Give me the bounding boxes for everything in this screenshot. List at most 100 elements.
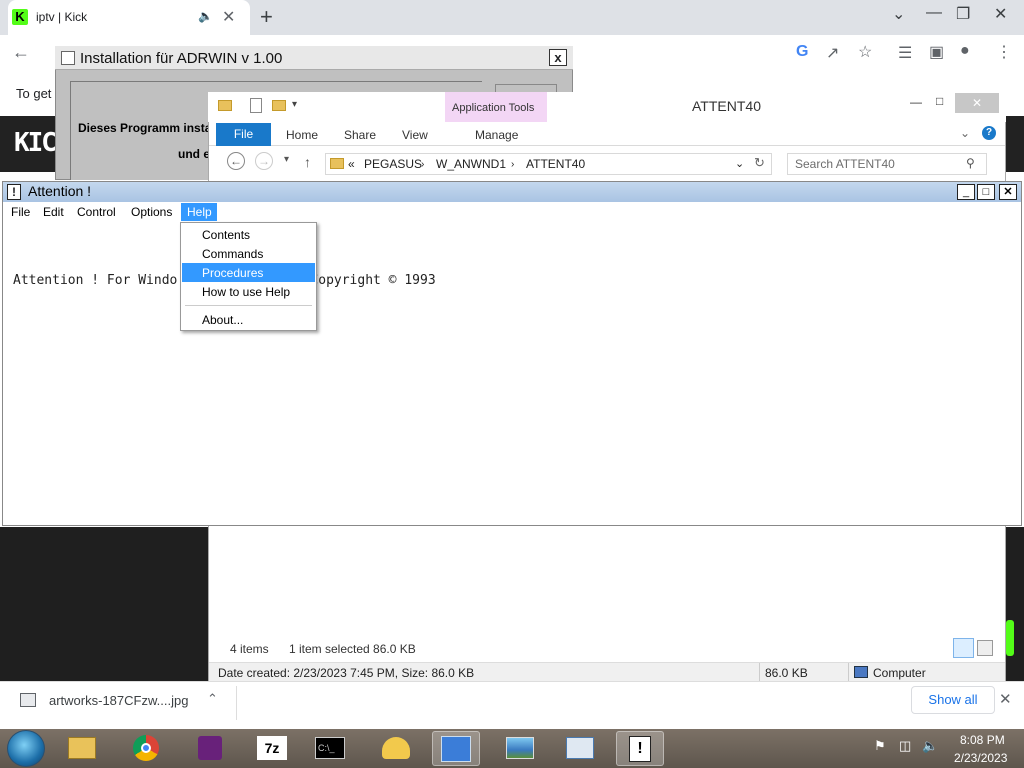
computer-icon	[854, 666, 868, 678]
back-arrow-icon[interactable]: ←	[12, 42, 30, 63]
tray-flag-icon[interactable]: ⚑	[874, 738, 886, 754]
breadcrumb-overflow[interactable]: «	[348, 157, 355, 171]
taskbar-chrome-icon[interactable]	[122, 731, 170, 766]
restore-icon[interactable]: ❐	[956, 4, 970, 24]
explorer-ribbon	[209, 122, 1005, 146]
recent-locations-icon[interactable]: ▾	[284, 154, 289, 165]
explorer-title: ATTENT40	[692, 98, 761, 114]
installer-text-line1: Dieses Programm instal	[78, 121, 215, 135]
clock-time[interactable]: 8:08 PM	[960, 733, 1005, 747]
kick-logo: KIC	[14, 128, 57, 158]
explorer-forward-icon[interactable]: →	[255, 152, 273, 170]
refresh-icon[interactable]: ↻	[754, 155, 765, 171]
attention-titlebar[interactable]	[3, 182, 1021, 202]
tray-volume-icon[interactable]: 🔈	[922, 738, 938, 754]
menu-edit[interactable]: Edit	[43, 205, 64, 219]
attention-app-icon: !	[7, 184, 21, 200]
more-menu-icon[interactable]: ⋮	[996, 42, 1012, 62]
taskbar-photos-icon[interactable]	[496, 731, 544, 766]
explorer-titlebar[interactable]	[208, 92, 1006, 122]
explorer-maximize-icon[interactable]: □	[936, 94, 943, 108]
search-input[interactable]: Search ATTENT40	[795, 157, 895, 171]
help-menu-procedures[interactable]: Procedures	[182, 263, 315, 282]
tab-search-chevron-icon[interactable]: ⌄	[892, 4, 905, 24]
attention-maximize-icon[interactable]: □	[977, 184, 995, 200]
explorer-close-icon[interactable]: ✕	[955, 93, 999, 113]
download-shelf-close-icon[interactable]: ✕	[999, 690, 1012, 708]
menu-separator	[185, 305, 312, 306]
details-view-icon[interactable]	[953, 638, 974, 658]
menu-control[interactable]: Control	[77, 205, 116, 219]
ribbon-tab-view[interactable]: View	[402, 128, 428, 142]
clock-date[interactable]: 2/23/2023	[954, 751, 1007, 765]
new-folder-icon[interactable]	[272, 100, 286, 111]
share-icon[interactable]: ↗	[826, 43, 839, 63]
media-queue-icon[interactable]: ☰	[898, 43, 912, 63]
download-separator	[236, 686, 237, 720]
installer-app-icon	[61, 51, 75, 65]
search-icon[interactable]: ⚲	[966, 156, 975, 170]
new-tab-button[interactable]: +	[260, 4, 273, 30]
breadcrumb-attent40[interactable]: ATTENT40	[526, 157, 585, 171]
breadcrumb-pegasus[interactable]: PEGASUS	[364, 157, 422, 171]
attention-minimize-icon[interactable]: _	[957, 184, 975, 200]
taskbar-7zip-icon[interactable]: 7z	[248, 731, 296, 766]
installer-close-button[interactable]: x	[549, 49, 567, 66]
minimize-icon[interactable]: —	[926, 4, 942, 22]
menu-file[interactable]: File	[11, 205, 30, 219]
google-icon[interactable]: G	[796, 43, 808, 61]
details-size: 86.0 KB	[765, 666, 808, 680]
address-dropdown-icon[interactable]: ⌄	[735, 157, 744, 170]
ribbon-tab-file[interactable]: File	[216, 123, 271, 146]
speaker-icon[interactable]: 🔈	[198, 9, 213, 23]
status-item-count: 4 items	[230, 642, 269, 656]
side-panel-icon[interactable]: ▣	[929, 42, 944, 62]
ribbon-expand-chevron-icon[interactable]: ⌄	[960, 126, 970, 140]
show-all-button[interactable]: Show all	[911, 686, 995, 714]
tab-title: iptv | Kick	[36, 10, 88, 24]
web-page-green-accent	[1006, 620, 1014, 656]
tab-close-icon[interactable]: ✕	[222, 7, 235, 27]
image-file-icon	[20, 693, 36, 707]
taskbar-cmd-icon[interactable]: C:\_	[306, 731, 354, 766]
menu-help[interactable]: Help	[181, 203, 217, 221]
up-arrow-icon[interactable]: ↑	[304, 154, 311, 170]
properties-icon[interactable]	[250, 98, 262, 113]
download-options-chevron-icon[interactable]: ⌃	[207, 691, 218, 707]
help-menu-commands[interactable]: Commands	[182, 244, 315, 263]
ribbon-tab-home[interactable]: Home	[286, 128, 318, 142]
explorer-minimize-icon[interactable]: —	[910, 95, 922, 109]
taskbar-document-icon[interactable]	[556, 731, 604, 766]
ribbon-tab-manage[interactable]: Manage	[475, 128, 518, 142]
folder-icon	[218, 100, 232, 111]
address-folder-icon	[330, 158, 344, 169]
application-tools-label: Application Tools	[452, 102, 535, 114]
explorer-back-icon[interactable]: ←	[227, 152, 245, 170]
taskbar-vdos-icon[interactable]	[432, 731, 480, 766]
qat-dropdown-icon[interactable]: ▾	[292, 99, 297, 110]
breadcrumb-w-anwnd1[interactable]: W_ANWND1	[436, 157, 506, 171]
taskbar-shell-icon[interactable]	[372, 731, 420, 766]
tray-network-icon[interactable]: ◫	[899, 738, 911, 754]
attention-close-icon[interactable]: ✕	[999, 184, 1017, 200]
start-button[interactable]	[7, 730, 45, 767]
taskbar-explorer-icon[interactable]	[58, 731, 106, 766]
window-close-icon[interactable]: ✕	[994, 4, 1007, 24]
download-filename[interactable]: artworks-187CFzw....jpg	[49, 693, 188, 708]
bookmark-star-icon[interactable]: ☆	[858, 42, 872, 62]
help-menu-contents[interactable]: Contents	[182, 225, 315, 244]
breadcrumb-chevron-icon: ›	[421, 159, 425, 170]
installer-text-line2: und e	[178, 147, 210, 161]
breadcrumb-chevron-icon: ›	[511, 159, 515, 170]
menu-options[interactable]: Options	[131, 205, 172, 219]
status-selection: 1 item selected 86.0 KB	[289, 642, 416, 656]
taskbar-visual-studio-icon[interactable]	[186, 731, 234, 766]
help-menu-how-to-use[interactable]: How to use Help	[182, 282, 315, 301]
installer-title: Installation für ADRWIN v 1.00	[80, 50, 283, 67]
profile-avatar-icon[interactable]: ●	[960, 42, 970, 60]
help-menu-about[interactable]: About...	[182, 310, 315, 329]
large-icons-view-icon[interactable]	[977, 640, 993, 656]
taskbar-attention-icon[interactable]: !	[616, 731, 664, 766]
ribbon-tab-share[interactable]: Share	[344, 128, 376, 142]
help-question-icon[interactable]: ?	[982, 126, 996, 140]
